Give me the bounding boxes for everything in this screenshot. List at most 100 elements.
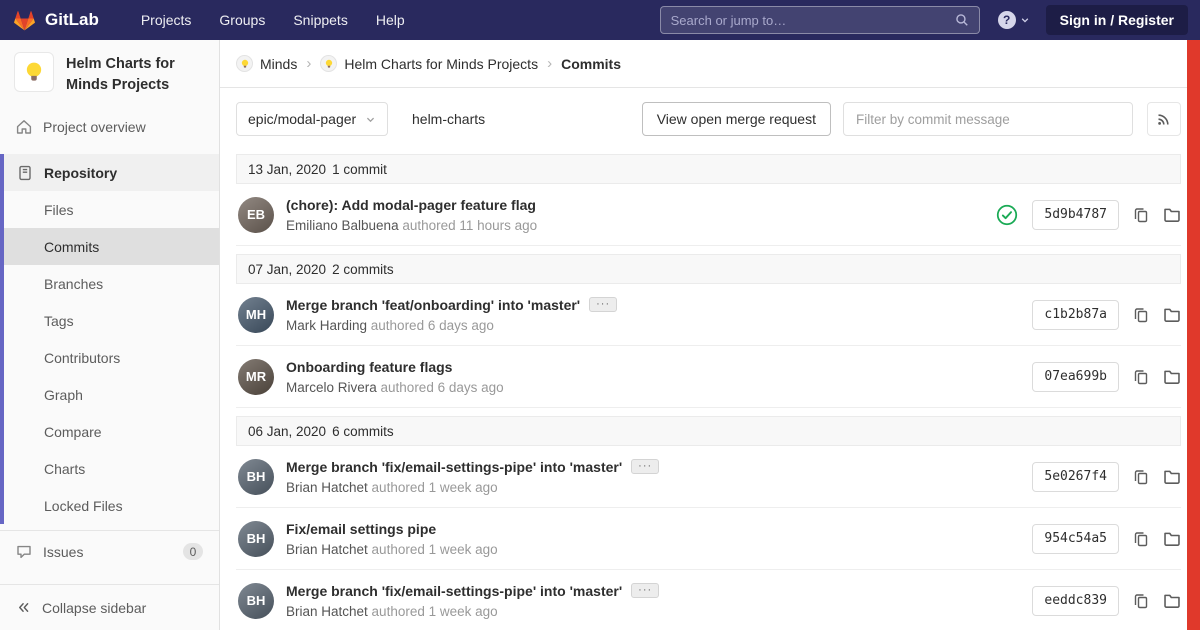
repository-subnav: Files Commits Branches Tags Contributors Grap… [4, 191, 219, 524]
commit-title-line: Merge branch 'feat/onboarding' into 'mas… [286, 297, 618, 313]
commit-sha[interactable]: 5d9b4787 [1032, 199, 1119, 230]
commit-info: (chore): Add modal-pager feature flag Emi… [286, 197, 537, 233]
scrollbar[interactable] [1187, 40, 1200, 630]
commit-date: 06 Jan, 2020 [248, 423, 327, 439]
sidebar-item-project-overview[interactable]: Project overview [0, 108, 219, 146]
repo-name-label: helm-charts [412, 111, 486, 127]
copy-icon [1133, 307, 1149, 323]
copy-sha-button[interactable] [1133, 207, 1149, 223]
copy-sha-button[interactable] [1133, 593, 1149, 609]
lightbulb-avatar-icon [236, 55, 253, 72]
sidebar-item-issues[interactable]: Issues 0 [0, 530, 219, 572]
commit-author-link[interactable]: Marcelo Rivera [286, 380, 377, 395]
copy-sha-button[interactable] [1133, 307, 1149, 323]
breadcrumb-item-helm-charts-for-minds-projects[interactable]: Helm Charts for Minds Projects [320, 55, 538, 72]
commit-title-link[interactable]: Merge branch 'feat/onboarding' into 'mas… [286, 297, 580, 313]
project-title: Helm Charts for Minds Projects [66, 56, 175, 94]
nav-item-help[interactable]: Help [376, 12, 405, 28]
author-avatar[interactable]: MR [238, 358, 274, 395]
copy-sha-button[interactable] [1133, 531, 1149, 547]
nav-item-projects[interactable]: Projects [141, 12, 192, 28]
commit-meta: Brian Hatchet authored 1 week ago [286, 604, 659, 619]
commit-title-line: (chore): Add modal-pager feature flag [286, 197, 537, 213]
copy-sha-button[interactable] [1133, 469, 1149, 485]
commit-title-link[interactable]: Merge branch 'fix/email-settings-pipe' i… [286, 583, 622, 599]
commit-meta: Emiliano Balbuena authored 11 hours ago [286, 218, 537, 233]
commit-sha[interactable]: 5e0267f4 [1032, 461, 1119, 492]
project-header[interactable]: Helm Charts for Minds Projects [0, 40, 219, 108]
sidebar-item-contributors[interactable]: Contributors [4, 339, 219, 376]
toggle-description-button[interactable]: ··· [589, 297, 618, 312]
copy-sha-button[interactable] [1133, 369, 1149, 385]
rss-icon [1158, 114, 1169, 125]
author-avatar[interactable]: MH [238, 296, 274, 333]
sidebar-item-commits[interactable]: Commits [4, 228, 219, 266]
sidebar-item-locked-files[interactable]: Locked Files [4, 487, 219, 524]
gitlab-logo[interactable]: GitLab [12, 8, 99, 33]
commit-author-link[interactable]: Brian Hatchet [286, 480, 368, 495]
breadcrumb-item-commits[interactable]: Commits [561, 56, 621, 72]
commit-title-link[interactable]: Merge branch 'fix/email-settings-pipe' i… [286, 459, 622, 475]
commit-sha[interactable]: 07ea699b [1032, 361, 1119, 392]
sidebar-item-graph[interactable]: Graph [4, 376, 219, 413]
sidebar-item-branches[interactable]: Branches [4, 265, 219, 302]
commit-title-link[interactable]: Fix/email settings pipe [286, 521, 436, 537]
commit-info: Onboarding feature flags Marcelo Rivera a… [286, 359, 504, 395]
breadcrumb-separator: › [306, 55, 312, 72]
help-menu[interactable]: ? [997, 11, 1030, 29]
collapse-sidebar-button[interactable]: Collapse sidebar [0, 584, 219, 630]
author-avatar[interactable]: BH [238, 582, 274, 619]
sign-in-button[interactable]: Sign in / Register [1045, 5, 1188, 35]
commit-sha[interactable]: eeddc839 [1032, 585, 1119, 616]
pipeline-passed-icon[interactable] [996, 204, 1018, 226]
commit-filter-input[interactable] [843, 102, 1133, 136]
commit-author-link[interactable]: Brian Hatchet [286, 604, 368, 619]
commit-info: Merge branch 'fix/email-settings-pipe' i… [286, 459, 660, 495]
breadcrumb-label: Minds [260, 55, 298, 72]
folder-icon [1163, 206, 1181, 224]
home-icon [16, 120, 32, 134]
commit-date-header: 06 Jan, 2020 6 commits [236, 416, 1181, 446]
copy-icon [1133, 369, 1149, 385]
commit-sha[interactable]: c1b2b87a [1032, 299, 1119, 330]
commit-time: authored 11 hours ago [398, 217, 538, 233]
project-avatar [14, 52, 54, 92]
browse-files-button[interactable] [1163, 468, 1181, 486]
commit-meta: Marcelo Rivera authored 6 days ago [286, 380, 504, 395]
commit-author-link[interactable]: Mark Harding [286, 318, 367, 333]
commit-author-link[interactable]: Brian Hatchet [286, 542, 368, 557]
search-input[interactable] [670, 12, 955, 28]
sidebar-item-files[interactable]: Files [4, 191, 219, 228]
nav-item-groups[interactable]: Groups [219, 12, 265, 28]
author-avatar[interactable]: EB [238, 196, 274, 233]
browse-files-button[interactable] [1163, 530, 1181, 548]
nav-item-snippets[interactable]: Snippets [293, 12, 347, 28]
commit-time: authored 1 week ago [367, 479, 498, 495]
commit-date: 13 Jan, 2020 [248, 161, 327, 177]
sidebar-item-compare[interactable]: Compare [4, 413, 219, 450]
browse-files-button[interactable] [1163, 368, 1181, 386]
copy-icon [1133, 531, 1149, 547]
sidebar-item-tags[interactable]: Tags [4, 302, 219, 339]
rss-feed-button[interactable] [1147, 102, 1181, 136]
toggle-description-button[interactable]: ··· [631, 583, 660, 598]
commit-sha[interactable]: 954c54a5 [1032, 523, 1119, 554]
breadcrumb-item-minds[interactable]: Minds [236, 55, 297, 72]
commit-author-link[interactable]: Emiliano Balbuena [286, 218, 399, 233]
commit-title-link[interactable]: Onboarding feature flags [286, 359, 452, 375]
author-avatar[interactable]: BH [238, 520, 274, 557]
sidebar-item-charts[interactable]: Charts [4, 450, 219, 487]
global-search[interactable] [659, 6, 980, 34]
breadcrumb-label: Helm Charts for Minds Projects [344, 55, 539, 72]
commit-count: 6 commits [332, 423, 394, 439]
author-avatar[interactable]: BH [238, 458, 274, 495]
brand-name: GitLab [45, 10, 99, 29]
toggle-description-button[interactable]: ··· [631, 459, 660, 474]
browse-files-button[interactable] [1163, 206, 1181, 224]
browse-files-button[interactable] [1163, 306, 1181, 324]
view-merge-request-button[interactable]: View open merge request [641, 102, 831, 136]
branch-dropdown[interactable]: epic/modal-pager [236, 102, 388, 136]
browse-files-button[interactable] [1163, 592, 1181, 610]
commit-title-link[interactable]: (chore): Add modal-pager feature flag [286, 197, 536, 213]
sidebar-item-repository[interactable]: Repository [4, 154, 219, 192]
